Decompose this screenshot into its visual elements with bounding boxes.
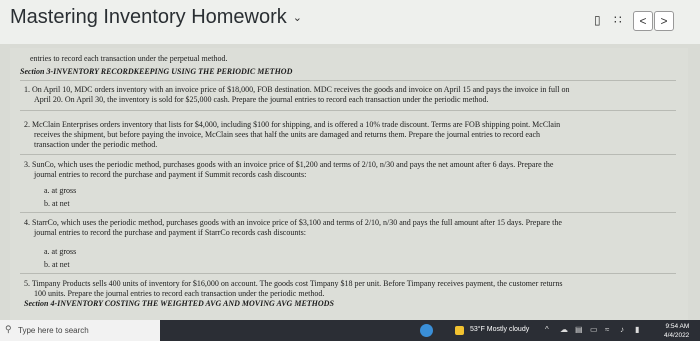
question-2-line-2: receives the shipment, but before paying… bbox=[34, 130, 541, 139]
intro-text: entries to record each transaction under… bbox=[30, 54, 228, 63]
bookmark-icon[interactable]: ▯ bbox=[594, 13, 601, 27]
speaker-icon[interactable]: ♪ bbox=[620, 325, 624, 334]
prev-page-button[interactable]: < bbox=[633, 11, 653, 31]
page-title[interactable]: Mastering Inventory Homework ⌄ bbox=[10, 6, 302, 29]
section-heading: Section 3-INVENTORY RECORDKEEPING USING … bbox=[20, 67, 293, 76]
question-3-line-1: 3. SunCo, which uses the periodic method… bbox=[24, 160, 554, 169]
battery-icon[interactable]: ▮ bbox=[635, 325, 639, 334]
weather-icon bbox=[455, 326, 464, 335]
question-4-line-2: journal entries to record the purchase a… bbox=[34, 228, 306, 237]
question-1-line-2: April 20. On April 30, the inventory is … bbox=[34, 95, 489, 104]
wifi-icon[interactable]: ≈ bbox=[605, 325, 609, 334]
question-2: 2. McClain Enterprises orders inventory … bbox=[20, 110, 676, 154]
question-3-option-b: b. at net bbox=[44, 199, 70, 208]
question-2-line-3: transaction under the periodic method. bbox=[34, 140, 158, 149]
network-icon[interactable]: ▤ bbox=[575, 325, 583, 334]
question-4-option-b: b. at net bbox=[44, 260, 70, 269]
chevron-down-icon[interactable]: ⌄ bbox=[293, 11, 302, 24]
cloud-icon[interactable]: ☁ bbox=[560, 325, 568, 334]
page-title-text: Mastering Inventory Homework bbox=[10, 6, 287, 28]
clock[interactable]: 9:54 AM 4/4/2022 bbox=[664, 322, 689, 340]
taskbar: ⚲ Type here to search 53°F Mostly cloudy… bbox=[0, 320, 700, 341]
search-placeholder: Type here to search bbox=[18, 326, 89, 335]
question-2-line-1: 2. McClain Enterprises orders inventory … bbox=[24, 120, 561, 129]
question-4-line-1: 4. StarrCo, which uses the periodic meth… bbox=[24, 218, 562, 227]
search-icon: ⚲ bbox=[5, 324, 12, 334]
question-1: 1. On April 10, MDC orders inventory wit… bbox=[20, 80, 676, 110]
grid-icon[interactable]: ∷ bbox=[614, 13, 622, 27]
document-page: entries to record each transaction under… bbox=[10, 48, 688, 320]
browser-icon[interactable] bbox=[420, 324, 433, 337]
question-4-option-a: a. at gross bbox=[44, 247, 77, 256]
section-heading-next: Section 4-INVENTORY COSTING THE WEIGHTED… bbox=[24, 299, 334, 308]
question-5-line-1: 5. Timpany Products sells 400 units of i… bbox=[24, 279, 563, 288]
question-4: 4. StarrCo, which uses the periodic meth… bbox=[20, 212, 676, 273]
chevron-up-icon[interactable]: ^ bbox=[545, 325, 549, 334]
clock-date: 4/4/2022 bbox=[664, 332, 690, 339]
question-3-option-a: a. at gross bbox=[44, 186, 77, 195]
clock-time: 9:54 AM bbox=[665, 323, 690, 330]
question-5: 5. Timpany Products sells 400 units of i… bbox=[20, 273, 676, 320]
weather-text[interactable]: 53°F Mostly cloudy bbox=[470, 326, 529, 333]
question-5-line-2: 100 units. Prepare the journal entries t… bbox=[34, 289, 325, 298]
next-page-button[interactable]: > bbox=[654, 11, 674, 31]
question-3-line-2: journal entries to record the purchase a… bbox=[34, 170, 307, 179]
question-3: 3. SunCo, which uses the periodic method… bbox=[20, 154, 676, 212]
app-header: Mastering Inventory Homework ⌄ ▯ ∷ < > bbox=[0, 0, 700, 44]
display-icon[interactable]: ▭ bbox=[590, 325, 598, 334]
taskbar-search[interactable]: ⚲ Type here to search bbox=[0, 320, 160, 341]
question-1-line-1: 1. On April 10, MDC orders inventory wit… bbox=[24, 85, 570, 94]
